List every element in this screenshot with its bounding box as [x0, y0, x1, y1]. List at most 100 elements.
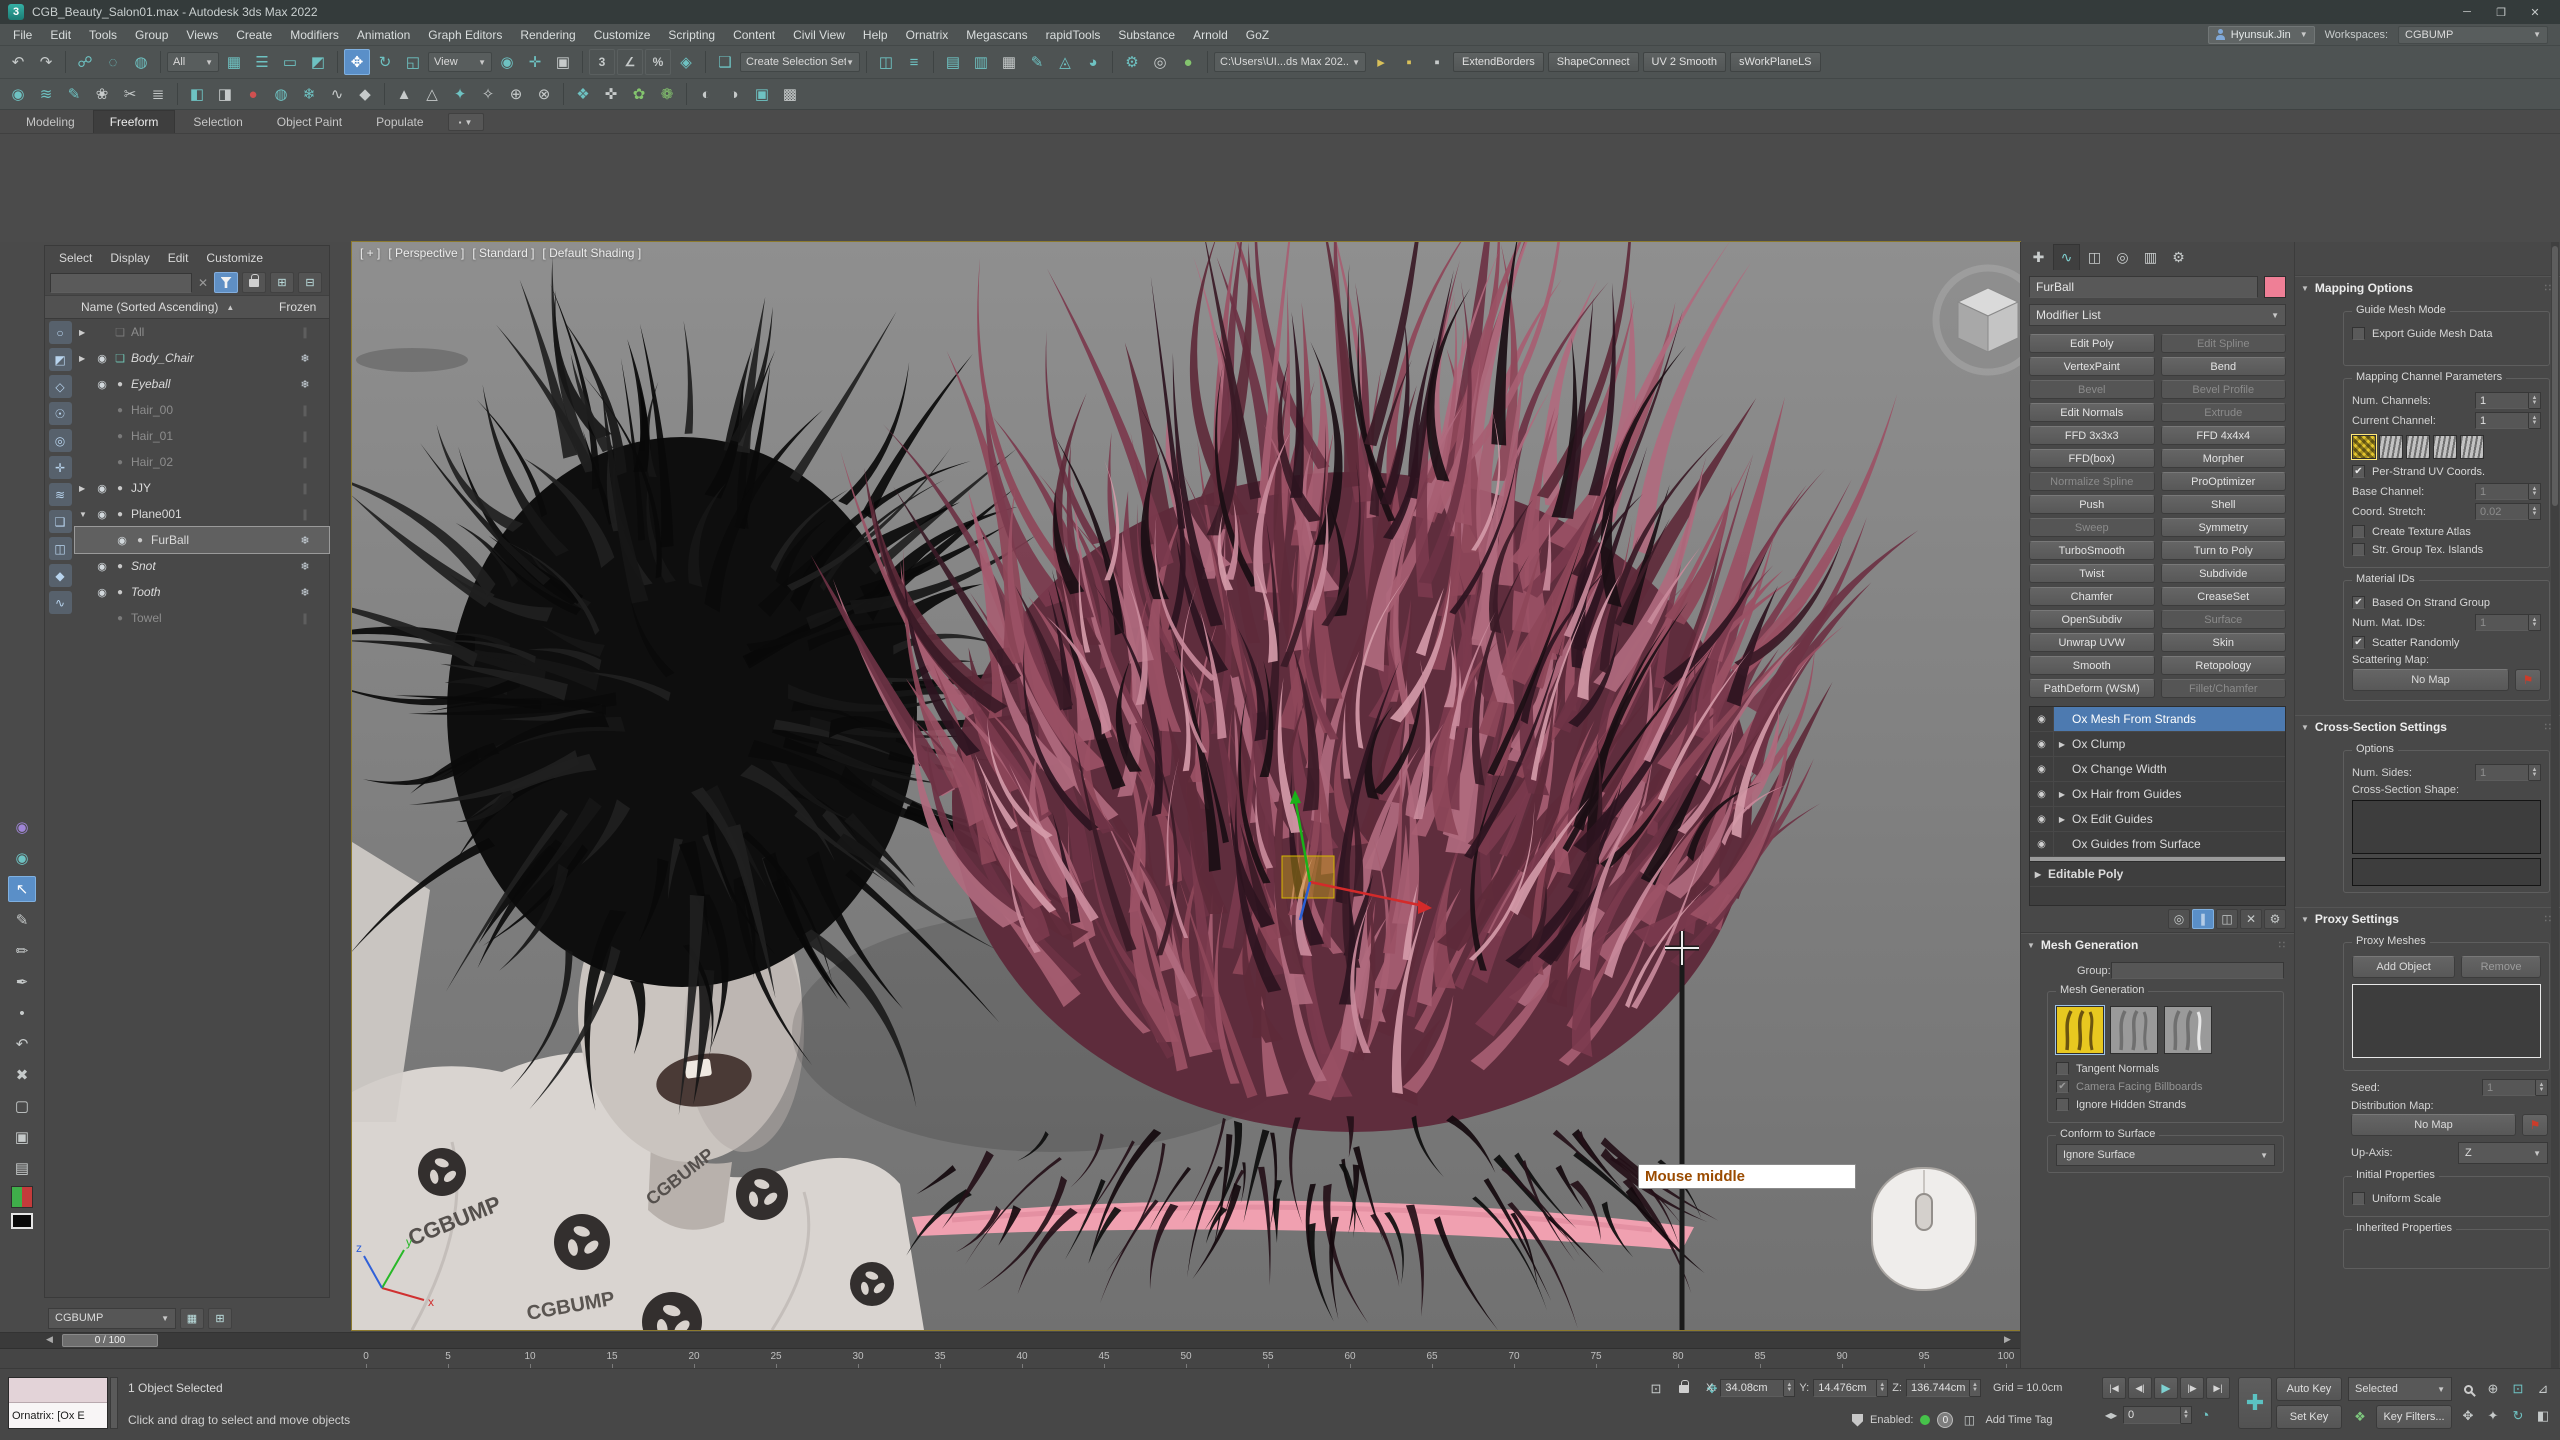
menu-content[interactable]: Content [724, 26, 784, 44]
expand-arrow-icon[interactable]: ▶ [2054, 790, 2070, 799]
edit-named-selection-sets-icon[interactable]: ❑ [712, 49, 738, 75]
listener-script-line[interactable]: Ornatrix: [Ox E [9, 1403, 107, 1428]
scatter-randomly-checkbox[interactable]: Scatter Randomly [2352, 636, 2541, 649]
keyboard-override-icon[interactable]: ▣ [550, 49, 576, 75]
grid-primitive-icon[interactable]: ▣ [8, 1124, 36, 1150]
orbit-icon[interactable]: ↻ [2506, 1404, 2530, 1428]
y-coordinate-field[interactable]: 14.476cm▲▼ [1813, 1379, 1888, 1397]
uniform-scale-checkbox[interactable]: Uniform Scale [2352, 1192, 2541, 1205]
menu-scripting[interactable]: Scripting [659, 26, 724, 44]
strand-mesh-mode-button[interactable] [2056, 1006, 2104, 1054]
spinner-snap-icon[interactable]: ◈ [673, 49, 699, 75]
select-and-scale-icon[interactable]: ◱ [400, 49, 426, 75]
explorer-row-tooth[interactable]: ◉●Tooth❄ [75, 579, 329, 605]
ox-propagate-icon[interactable]: ⊗ [531, 81, 557, 107]
display-spacewarps-icon[interactable]: ≋ [49, 483, 72, 506]
modifier-eye-icon[interactable]: ◉ [2030, 757, 2054, 781]
walk-through-icon[interactable]: ✦ [2481, 1404, 2505, 1428]
expand-arrow-icon[interactable]: ▶ [79, 484, 93, 493]
modifier-button-turbosmooth[interactable]: TurboSmooth [2029, 541, 2155, 560]
cross-section-shape-range[interactable] [2352, 858, 2541, 886]
menu-arnold[interactable]: Arnold [1184, 26, 1237, 44]
display-shapes-icon[interactable]: ◇ [49, 375, 72, 398]
project-folder-dropdown[interactable]: C:\Users\UI...ds Max 202..▼ [1214, 52, 1366, 72]
visibility-eye-icon[interactable]: ◉ [113, 534, 131, 547]
ribbon-tab-object-paint[interactable]: Object Paint [261, 111, 358, 133]
stack-item-ox-hair-from-guides[interactable]: ◉▶Ox Hair from Guides [2030, 782, 2285, 807]
color-swatch-pair[interactable] [11, 1186, 33, 1208]
proxy-mode-button[interactable] [2164, 1006, 2212, 1054]
previous-frame-button[interactable]: ◀| [2128, 1377, 2152, 1399]
proxy-settings-rollout-header[interactable]: ▼ Proxy Settings ∷ [2295, 908, 2560, 930]
viewport-shading-label[interactable]: [ Default Shading ] [542, 246, 641, 260]
display-lights-icon[interactable]: ☉ [49, 402, 72, 425]
explorer-menu-select[interactable]: Select [51, 250, 100, 266]
create-tab[interactable]: ✚ [2025, 244, 2052, 270]
named-selection-set-dropdown[interactable]: Create Selection Set▼ [740, 52, 860, 72]
close-button[interactable]: ✕ [2518, 1, 2552, 23]
visibility-eye-icon[interactable]: ◉ [93, 352, 111, 365]
per-strand-uv-checkbox[interactable]: Per-Strand UV Coords. [2352, 465, 2541, 478]
export-guide-mesh-checkbox[interactable]: Export Guide Mesh Data [2352, 327, 2541, 340]
visibility-eye-icon[interactable]: ◉ [93, 560, 111, 573]
bind-to-spacewarp-icon[interactable]: ◍ [128, 49, 154, 75]
select-and-rotate-icon[interactable]: ↻ [372, 49, 398, 75]
explorer-row-snot[interactable]: ◉●Snot❄ [75, 553, 329, 579]
menu-help[interactable]: Help [854, 26, 897, 44]
select-by-name-icon[interactable]: ☰ [249, 49, 275, 75]
clear-search-icon[interactable]: ✕ [196, 276, 210, 290]
explorer-row-hair-02[interactable]: ●Hair_02∥ [75, 449, 329, 475]
parameters-scrollbar[interactable] [2551, 242, 2559, 1368]
num-channels-spinner[interactable]: 1▲▼ [2475, 392, 2541, 409]
utilities-tab[interactable]: ⚙ [2165, 244, 2192, 270]
select-and-link-icon[interactable]: ☍ [72, 49, 98, 75]
menu-rendering[interactable]: Rendering [511, 26, 584, 44]
frozen-column-header[interactable]: Frozen [279, 300, 316, 314]
undo-tool-icon[interactable]: ↶ [8, 1031, 36, 1057]
use-pivot-point-icon[interactable]: ◉ [494, 49, 520, 75]
angle-snap-icon[interactable]: ∠ [617, 49, 643, 75]
visibility-eye-icon[interactable]: ◉ [93, 482, 111, 495]
menu-views[interactable]: Views [177, 26, 227, 44]
ox-surface-comb-icon[interactable]: ◧ [184, 81, 210, 107]
remove-button[interactable]: Remove [2461, 956, 2541, 978]
expand-arrow-icon[interactable]: ▶ [2054, 740, 2070, 749]
modifier-eye-icon[interactable]: ◉ [2030, 782, 2054, 806]
modifier-button-retopology[interactable]: Retopology [2161, 656, 2287, 675]
ox-strand-list-icon[interactable]: ≣ [145, 81, 171, 107]
go-to-end-button[interactable]: ▶| [2206, 1377, 2230, 1399]
key-step-icon[interactable]: ◀▶ [2102, 1406, 2120, 1424]
viewport-menu-plus[interactable]: [ + ] [360, 246, 380, 260]
ox-cut-icon[interactable]: ✂ [117, 81, 143, 107]
key-filters-icon[interactable]: ❖ [2348, 1405, 2372, 1429]
display-xrefs-icon[interactable]: ◫ [49, 537, 72, 560]
minimize-button[interactable]: ─ [2450, 1, 2484, 23]
maxscript-mini-listener[interactable]: Ornatrix: [Ox E [8, 1377, 108, 1429]
menu-customize[interactable]: Customize [585, 26, 660, 44]
current-frame-field[interactable]: 0▲▼ [2123, 1406, 2192, 1424]
menu-create[interactable]: Create [227, 26, 281, 44]
modifier-button-opensubdiv[interactable]: OpenSubdiv [2029, 610, 2155, 629]
tool-grid-icon[interactable]: ▣ [749, 81, 775, 107]
modifier-button-vertexpaint[interactable]: VertexPaint [2029, 357, 2155, 376]
modifier-button-pathdeform-wsm[interactable]: PathDeform (WSM) [2029, 679, 2155, 698]
menu-substance[interactable]: Substance [1109, 26, 1184, 44]
render-production-icon[interactable]: ● [1175, 49, 1201, 75]
ribbon-minimize-control[interactable]: ▪▼ [448, 113, 484, 131]
conform-to-surface-dropdown[interactable]: Ignore Surface ▼ [2056, 1144, 2275, 1166]
stack-item-editable-poly[interactable]: ▶Editable Poly [2030, 862, 2285, 887]
pan-view-icon[interactable]: ✥ [2456, 1404, 2480, 1428]
ribbon-tab-modeling[interactable]: Modeling [10, 111, 91, 133]
key-mode-toggle-icon[interactable]: ◔ [2195, 1405, 2215, 1425]
enabled-status-dot[interactable] [1920, 1415, 1930, 1425]
ox-edit-guides-icon[interactable]: ✎ [61, 81, 87, 107]
explorer-menu-display[interactable]: Display [102, 250, 157, 266]
rendered-frame-window-icon[interactable]: ◎ [1147, 49, 1173, 75]
zoom-all-icon[interactable]: ⊕ [2481, 1377, 2505, 1401]
perspective-viewport[interactable]: CGBUMPCGBUMPCGBUMPxyz [ + ] [ Perspectiv… [352, 242, 2020, 1330]
toggle-scene-explorer-icon[interactable]: ▤ [940, 49, 966, 75]
redo-icon[interactable]: ↷ [33, 49, 59, 75]
cross-section-rollout-header[interactable]: ▼ Cross-Section Settings ∷ [2295, 716, 2560, 738]
explorer-row-hair-00[interactable]: ●Hair_00∥ [75, 397, 329, 423]
viewcube[interactable] [1936, 268, 2020, 372]
